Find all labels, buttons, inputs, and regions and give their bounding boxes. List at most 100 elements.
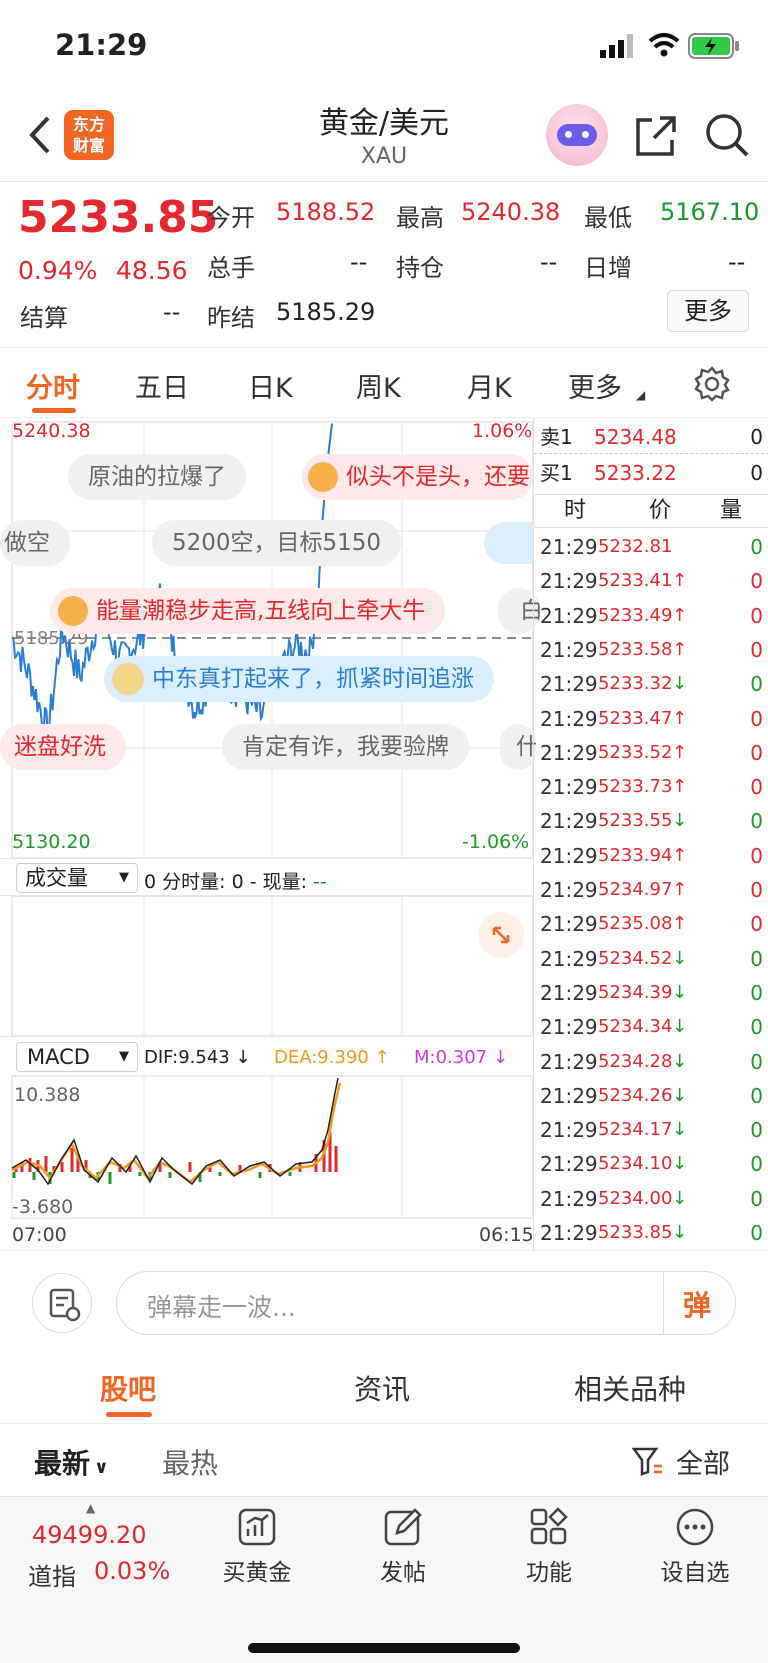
y-min-label: 5130.20 [12, 831, 91, 853]
tick-volume: 0 [750, 1083, 763, 1108]
tick-price: 5234.26 [598, 1084, 673, 1106]
tick-price: 5233.73 [598, 776, 673, 798]
tick-row: 21:29 5233.52 ↑ 0 [534, 736, 768, 770]
volume-current: -- [313, 871, 327, 893]
bottom-toolbar: ▲ 49499.20 道指 0.03% 买黄金 发帖 功能 设自选 [0, 1496, 768, 1663]
functions-label: 功能 [526, 1560, 572, 1586]
tab-active-indicator [32, 408, 76, 413]
filter-row: 最新 ∨ 最热 全部 [0, 1424, 768, 1496]
send-danmaku-button[interactable]: 弹 [683, 1284, 711, 1324]
section-active-indicator [106, 1412, 152, 1417]
tick-price: 5233.52 [598, 741, 673, 763]
filter-all[interactable]: 全部 [676, 1442, 730, 1481]
buy-gold-label: 买黄金 [222, 1560, 292, 1586]
tick-list[interactable]: 21:29 5232.81 0 21:29 5233.41 ↑ 0 21:29 5233.49 ↑… [534, 530, 768, 1250]
tab-forum[interactable]: 股吧 [100, 1368, 156, 1408]
section-tabs: 股吧 资讯 相关品种 [0, 1354, 768, 1424]
tick-row: 21:29 5233.55 ↓ 0 [534, 804, 768, 838]
add-watchlist-button[interactable]: 设自选 [640, 1507, 750, 1587]
tab-related[interactable]: 相关品种 [574, 1368, 686, 1408]
tab-five-day[interactable]: 五日 [135, 366, 189, 405]
arrow-up-icon: ↑ [672, 913, 688, 935]
danmaku-input[interactable]: 弹幕走一波... 弹 [116, 1271, 736, 1335]
tab-weekly-k[interactable]: 周K [356, 366, 401, 405]
macd-dropdown-label: MACD [27, 1045, 90, 1069]
tick-time: 21:29 [540, 980, 598, 1005]
tick-price: 5232.81 [598, 536, 673, 557]
time-start-label: 07:00 [12, 1224, 67, 1246]
tick-row: 21:29 5234.97 ↑ 0 [534, 873, 768, 907]
index-value[interactable]: 49499.20 [32, 1521, 147, 1549]
tick-time: 21:29 [540, 1221, 598, 1245]
signal-icon [600, 34, 633, 58]
quote-panel: 5233.85 0.94% 48.56 今开 5188.52 最高 5240.3… [0, 182, 768, 348]
arrow-down-icon: ↓ [672, 981, 688, 1003]
robot-assistant-icon[interactable] [546, 104, 608, 166]
arrow-up-icon: ↑ [672, 879, 688, 900]
bid-volume: 0 [750, 461, 763, 485]
filter-icon[interactable] [632, 1446, 664, 1478]
search-icon[interactable] [704, 112, 750, 158]
tick-time: 21:29 [540, 1186, 598, 1211]
volume-header: 成交量 ▼ 0 分时量: 0 - 现量: -- [0, 858, 533, 896]
tab-intraday[interactable]: 分时 [26, 366, 80, 405]
tick-time: 21:29 [540, 912, 598, 937]
wifi-icon [648, 33, 680, 57]
tick-price: 5234.28 [598, 1050, 673, 1072]
danmaku-settings-icon[interactable] [32, 1273, 92, 1333]
y-max-label: 5240.38 [12, 420, 91, 442]
macd-indicator-dropdown[interactable]: MACD ▼ [16, 1042, 138, 1072]
sort-hot[interactable]: 最热 [162, 1442, 218, 1482]
dropdown-caret-icon: ▼ [119, 1049, 129, 1064]
high-label: 最高 [396, 204, 444, 232]
tab-news[interactable]: 资讯 [354, 1368, 410, 1408]
tab-more[interactable]: 更多 [568, 366, 622, 405]
tick-volume: 0 [750, 980, 763, 1005]
macd-dea: DEA:9.390 ↑ [274, 1047, 390, 1068]
expand-chart-icon[interactable] [478, 912, 524, 958]
pct-max-label: 1.06% [472, 420, 533, 442]
tick-volume: 0 [750, 843, 763, 868]
tab-monthly-k[interactable]: 月K [467, 366, 512, 405]
volume-label: 总手 [207, 254, 255, 282]
tick-price: 5234.39 [598, 981, 673, 1003]
bid-label: 买1 [540, 461, 573, 485]
tick-time: 21:29 [540, 1118, 598, 1143]
share-icon[interactable] [634, 114, 678, 158]
tick-volume: 0 [750, 672, 763, 697]
tick-price: 5234.10 [598, 1153, 673, 1175]
daily-inc-value: -- [728, 248, 746, 276]
sort-latest[interactable]: 最新 ∨ [34, 1442, 109, 1482]
tick-row: 21:29 5232.81 0 [534, 530, 768, 564]
open-value: 5188.52 [276, 198, 376, 226]
intraday-chart-area[interactable]: 5240.38 1.06% 5185.29 5130.20 -1.06% 原油的… [0, 418, 540, 1250]
volume-indicator-dropdown[interactable]: 成交量 ▼ [16, 863, 138, 893]
prev-settle-label: 昨结 [207, 304, 255, 332]
macd-m: M:0.307 ↓ [414, 1047, 508, 1068]
status-time: 21:29 [55, 28, 148, 62]
tick-time: 21:29 [540, 1015, 598, 1040]
tick-price: 5233.47 [598, 707, 673, 729]
volume-dropdown-label: 成交量 [25, 866, 88, 890]
arrow-down-icon: ↓ [672, 1153, 688, 1175]
arrow-up-icon: ↑ [672, 570, 688, 592]
settings-gear-icon[interactable] [694, 366, 730, 402]
post-button[interactable]: 发帖 [348, 1507, 458, 1587]
time-end-label: 06:15 [479, 1224, 534, 1246]
tick-volume: 0 [750, 1049, 763, 1074]
macd-min-label: -3.680 [12, 1196, 74, 1218]
functions-button[interactable]: 功能 [494, 1507, 604, 1587]
tick-volume: 0 [750, 1118, 763, 1143]
tab-daily-k[interactable]: 日K [248, 366, 293, 405]
arrow-up-icon: ↑ [672, 604, 688, 626]
more-button[interactable]: 更多 [667, 290, 749, 332]
danmaku-input-bar: 弹幕走一波... 弹 [0, 1250, 768, 1354]
arrow-down-icon: ↓ [672, 1084, 688, 1106]
tick-price: 5234.34 [598, 1016, 673, 1038]
buy-gold-button[interactable]: 买黄金 [202, 1507, 312, 1587]
period-tabs: 分时 五日 日K 周K 月K 更多 ◢ [0, 348, 768, 418]
order-book-panel: 卖1 5234.48 0 买1 5233.22 0 时 价 量 21:29 523… [533, 418, 768, 1250]
tick-time: 21:29 [540, 1083, 598, 1108]
arrow-up-icon: ↑ [672, 776, 688, 798]
arrow-down-icon: ↓ [672, 1050, 688, 1072]
